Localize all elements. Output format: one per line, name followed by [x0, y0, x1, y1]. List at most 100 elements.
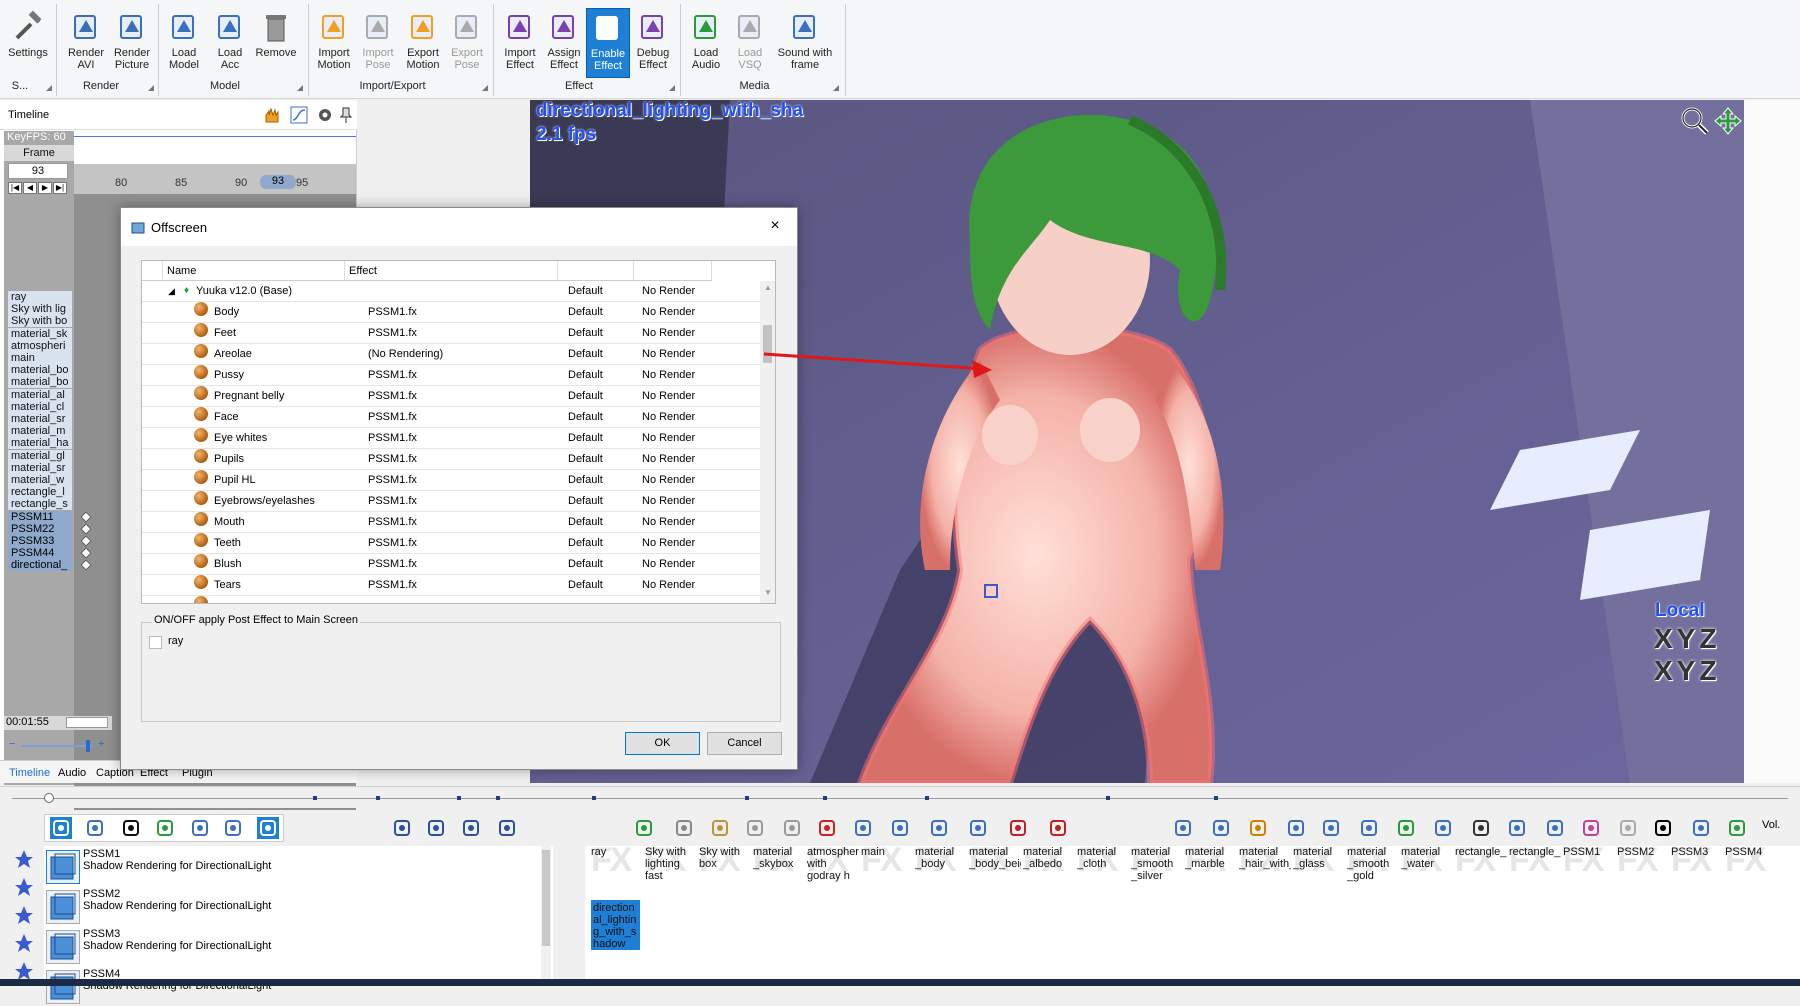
- ribbon-button-assign-effect[interactable]: Assign Effect: [542, 8, 586, 78]
- frame-scrubber[interactable]: [0, 786, 1800, 808]
- timeline-row[interactable]: ray: [8, 291, 72, 304]
- effect-name[interactable]: PSSM3: [83, 928, 120, 940]
- time-scrollbar[interactable]: [66, 717, 108, 728]
- fx-cell[interactable]: FX PSSM2: [1617, 846, 1669, 898]
- fx-cell[interactable]: FX material _cloth: [1077, 846, 1129, 898]
- timeline-row[interactable]: Sky with lig: [8, 303, 72, 317]
- info-icon[interactable]: [50, 817, 72, 839]
- function-icon[interactable]: [1247, 817, 1269, 839]
- effect-name[interactable]: PSSM2: [83, 888, 120, 900]
- move-icon[interactable]: [1713, 106, 1743, 136]
- table-row[interactable]: Body PSSM1.fx Default No Render: [142, 302, 760, 323]
- ribbon-button-export-motion[interactable]: Export Motion: [401, 8, 445, 78]
- eye2-icon[interactable]: [1395, 817, 1417, 839]
- col-default-header[interactable]: [558, 261, 634, 281]
- eye-icon[interactable]: [120, 817, 142, 839]
- fx-cell[interactable]: FX material _skybox: [753, 846, 805, 898]
- scissors-icon[interactable]: [744, 817, 766, 839]
- zoom-icon[interactable]: [1680, 106, 1710, 136]
- ribbon-button-import-motion[interactable]: Import Motion: [312, 8, 356, 78]
- fx-cell[interactable]: FX main: [861, 846, 913, 898]
- fx-cell[interactable]: FX material _marble: [1185, 846, 1237, 898]
- ribbon-button-load-model[interactable]: Load Model: [162, 8, 206, 78]
- timeline-row[interactable]: material_cl: [8, 400, 72, 414]
- ok-button[interactable]: OK: [625, 732, 700, 755]
- grid-icon[interactable]: [1544, 817, 1566, 839]
- node2-icon[interactable]: [1320, 817, 1342, 839]
- comment-icon[interactable]: [889, 817, 911, 839]
- table-row[interactable]: Mouth PSSM1.fx Default No Render: [142, 512, 760, 533]
- col-render-header[interactable]: [634, 261, 712, 281]
- zoom-slider[interactable]: − +: [4, 738, 114, 754]
- motion-icon[interactable]: [8, 904, 40, 934]
- comment2-icon[interactable]: [928, 817, 950, 839]
- ribbon-button-export-pose[interactable]: Export Pose: [445, 8, 489, 78]
- timeline-row[interactable]: PSSM22: [8, 522, 72, 536]
- star-icon[interactable]: [8, 932, 40, 962]
- matrix-icon[interactable]: [1506, 817, 1528, 839]
- fx-cell[interactable]: FX material _water: [1401, 846, 1453, 898]
- axis-gizmo-upper[interactable]: XYZ: [1654, 623, 1720, 655]
- fx-cell[interactable]: FXrectangle_lighting_with_shadow_: [1455, 846, 1507, 898]
- timeline-row[interactable]: rectangle_l: [8, 486, 72, 500]
- fx-cell[interactable]: FX PSSM4: [1725, 846, 1777, 898]
- effect-thumb-icon[interactable]: [46, 850, 80, 884]
- table-row[interactable]: Feet PSSM1.fx Default No Render: [142, 323, 760, 344]
- ring-icon[interactable]: [8, 876, 40, 906]
- play-start-icon[interactable]: [391, 817, 413, 839]
- mask-icon[interactable]: [1652, 817, 1674, 839]
- col-effect-header[interactable]: Effect: [345, 261, 558, 281]
- rect-icon[interactable]: [852, 817, 874, 839]
- prev-frame-icon[interactable]: ◀: [23, 182, 37, 194]
- pin-icon[interactable]: [340, 106, 352, 124]
- fx-cell[interactable]: FXrectangle_shadow: [1509, 846, 1561, 898]
- ribbon-button-settings[interactable]: Settings: [4, 8, 52, 78]
- fx-cell[interactable]: FXmaterial _body_beige_dark: [969, 846, 1021, 898]
- ribbon-button-import-pose[interactable]: Import Pose: [356, 8, 400, 78]
- fx-cell[interactable]: FX material _body: [915, 846, 967, 898]
- camera-icon[interactable]: [189, 817, 211, 839]
- effect-thumb-icon[interactable]: [46, 970, 80, 1004]
- ribbon-button-debug-effect[interactable]: Debug Effect: [631, 8, 675, 78]
- loop-icon[interactable]: [496, 817, 518, 839]
- refresh-icon[interactable]: [633, 817, 655, 839]
- chart-icon[interactable]: [1432, 817, 1454, 839]
- ribbon-button-render-picture[interactable]: Render Picture: [109, 8, 155, 78]
- fx-cell[interactable]: FX material _glass: [1293, 846, 1345, 898]
- play-step-icon[interactable]: [460, 817, 482, 839]
- table-row[interactable]: Eyebrows/eyelashes PSSM1.fx Default No Rend…: [142, 491, 760, 512]
- ribbon-button-enable-effect[interactable]: Enable Effect: [586, 8, 630, 78]
- ribbon-button-load-acc[interactable]: Load Acc: [208, 8, 252, 78]
- ribbon-button-sound-with-frame[interactable]: Sound with frame: [774, 8, 836, 78]
- post-effect-checkbox[interactable]: [149, 636, 162, 649]
- diamond-icon[interactable]: [154, 817, 176, 839]
- timeline-row[interactable]: material_sr: [8, 461, 72, 475]
- person-icon[interactable]: [1726, 817, 1748, 839]
- tab-audio[interactable]: Audio: [58, 767, 86, 779]
- timeline-row[interactable]: atmospheri: [8, 339, 72, 353]
- ribbon-button-import-effect[interactable]: Import Effect: [498, 8, 542, 78]
- fx-cell[interactable]: FX PSSM3: [1671, 846, 1723, 898]
- table-row[interactable]: Pupil HL PSSM1.fx Default No Render: [142, 470, 760, 491]
- table-row[interactable]: Areolae (No Rendering) Default No Render: [142, 344, 760, 365]
- timeline-row[interactable]: material_sr: [8, 413, 72, 426]
- timeline-row[interactable]: PSSM11: [8, 510, 72, 524]
- fx-cell[interactable]: FX PSSM1: [1563, 846, 1615, 898]
- fx-cell[interactable]: FXmaterial _hair_with_anisotropy: [1239, 846, 1291, 898]
- table-row[interactable]: Tears PSSM1.fx Default No Render: [142, 575, 760, 596]
- timeline-row[interactable]: material_w: [8, 474, 72, 487]
- fx-cell[interactable]: FX material _albedo: [1023, 846, 1075, 898]
- effect-name[interactable]: PSSM1: [83, 848, 120, 860]
- timeline-row[interactable]: material_al: [8, 388, 72, 402]
- fx-cell[interactable]: FXatmospheric_fog with godray h: [807, 846, 859, 898]
- close-icon[interactable]: ×: [761, 215, 789, 239]
- list-scrollbar[interactable]: [541, 846, 551, 986]
- timeline-row[interactable]: PSSM33: [8, 535, 72, 548]
- table-row[interactable]: Face PSSM1.fx Default No Render: [142, 407, 760, 428]
- table-row-model[interactable]: ◢ ♦ Yuuka v12.0 (Base) Default No Render: [142, 281, 760, 302]
- table-row[interactable]: Blush PSSM1.fx Default No Render: [142, 554, 760, 575]
- fx-cell[interactable]: FX Sky with lighting fast: [645, 846, 697, 898]
- current-frame-marker[interactable]: 93: [260, 175, 296, 189]
- refresh2-icon[interactable]: [1690, 817, 1712, 839]
- ribbon-button-load-audio[interactable]: Load Audio: [685, 8, 727, 78]
